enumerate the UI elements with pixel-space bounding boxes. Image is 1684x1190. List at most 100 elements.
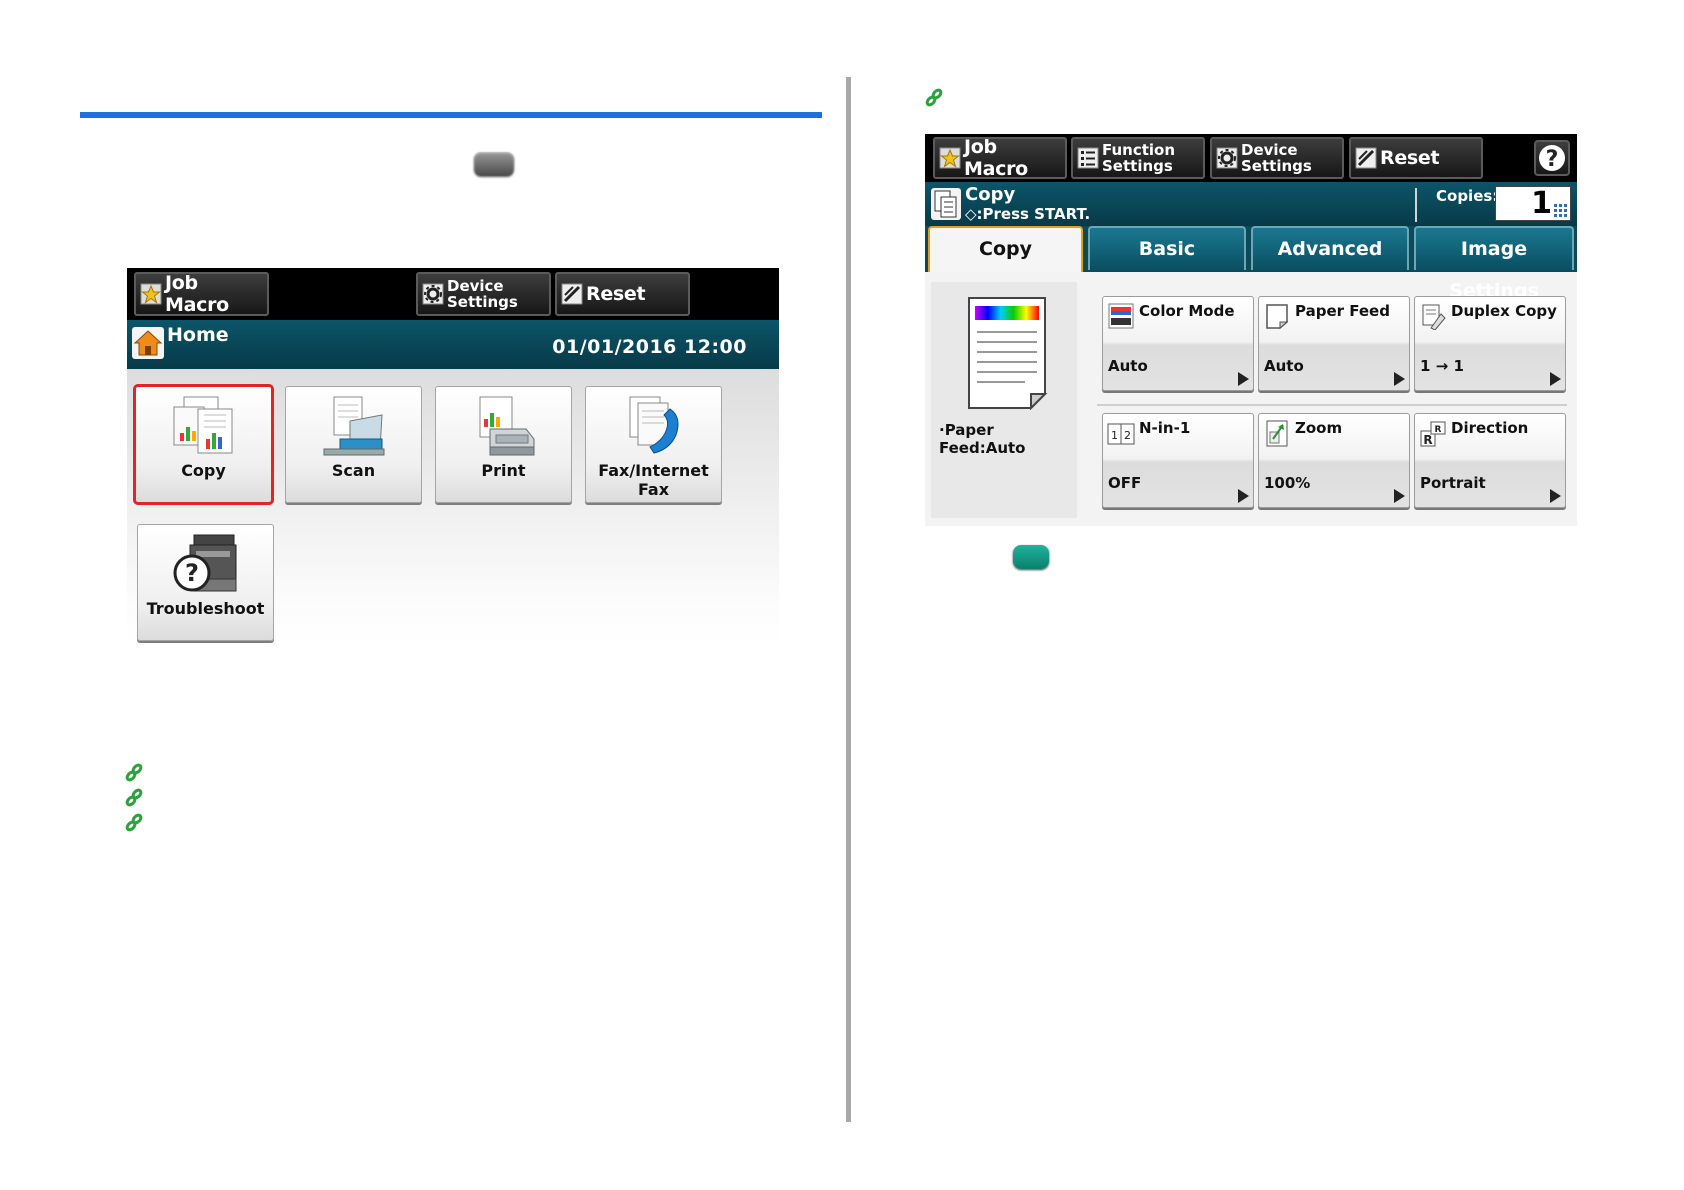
- copy-screen-title: Copy: [965, 184, 1016, 205]
- direction-value: Portrait: [1420, 474, 1486, 492]
- svg-text:2: 2: [1124, 429, 1131, 442]
- direction-label: Direction: [1451, 419, 1529, 437]
- tab-advanced[interactable]: Advanced: [1251, 226, 1409, 270]
- job-macro-button[interactable]: Job Macro: [933, 136, 1067, 180]
- troubleshoot-icon: ?: [173, 534, 237, 592]
- copies-value: 1: [1531, 186, 1552, 221]
- job-macro-button[interactable]: Job Macro: [134, 272, 269, 316]
- print-icon: [479, 396, 535, 456]
- gear-icon: [422, 283, 444, 305]
- reset-label: Reset: [1380, 147, 1440, 169]
- direction-icon: RR: [1420, 421, 1446, 447]
- color-mode-button[interactable]: Color Mode Auto: [1102, 296, 1254, 391]
- link-icon[interactable]: [924, 88, 944, 108]
- function-settings-label-line2: Settings: [1102, 157, 1173, 175]
- troubleshoot-app-label: Troubleshoot: [146, 599, 265, 618]
- duplex-copy-button[interactable]: Duplex Copy 1 → 1: [1414, 296, 1566, 391]
- copy-document-icon: [931, 188, 961, 220]
- zoom-value: 100%: [1264, 474, 1311, 492]
- fax-icon: [629, 396, 679, 454]
- date-time-display: 01/01/2016 12:00: [552, 336, 747, 358]
- fax-app-label: Fax/Internet Fax: [598, 461, 709, 499]
- link-icon[interactable]: [124, 788, 144, 808]
- tab-image-settings[interactable]: Image Settings: [1414, 226, 1574, 302]
- reset-label: Reset: [586, 283, 646, 305]
- zoom-label: Zoom: [1295, 419, 1343, 437]
- n-in-1-value: OFF: [1108, 474, 1142, 492]
- home-screen-panel: Job Macro Device Settings Reset Home 01/0…: [127, 268, 779, 644]
- arrow-right-icon: [1394, 372, 1405, 386]
- fax-app-button[interactable]: Fax/Internet Fax: [585, 386, 722, 503]
- n-in-1-label: N-in-1: [1139, 419, 1191, 437]
- device-settings-label-line2: Settings: [1241, 157, 1312, 175]
- eraser-icon: [1355, 147, 1377, 169]
- scan-app-label: Scan: [331, 461, 376, 480]
- direction-button[interactable]: RR Direction Portrait: [1414, 413, 1566, 508]
- keypad-icon[interactable]: [1554, 204, 1567, 217]
- home-screen-title: Home: [167, 324, 229, 346]
- press-start-message: ◇:Press START.: [965, 205, 1091, 223]
- device-settings-label-line2: Settings: [447, 293, 518, 311]
- scan-app-button[interactable]: Scan: [285, 386, 422, 503]
- function-settings-button[interactable]: Function Settings: [1071, 137, 1205, 179]
- document-preview: ·Paper Feed:Auto: [931, 282, 1077, 518]
- scan-icon: [323, 396, 385, 456]
- paper-feed-button[interactable]: Paper Feed Auto: [1258, 296, 1410, 391]
- home-key-icon: [474, 152, 514, 176]
- tab-basic[interactable]: Basic: [1088, 226, 1246, 270]
- arrow-right-icon: [1238, 489, 1249, 503]
- arrow-right-icon: [1550, 489, 1561, 503]
- start-key-icon: [1013, 545, 1049, 569]
- copy-icon: [173, 396, 233, 454]
- document-preview-icon: [968, 297, 1048, 410]
- paper-feed-label: Paper Feed: [1295, 302, 1390, 320]
- duplex-copy-icon: [1422, 304, 1446, 330]
- arrow-right-icon: [1394, 489, 1405, 503]
- paper-feed-value: Auto: [1264, 357, 1304, 375]
- device-settings-label-line1: Device: [1241, 141, 1298, 159]
- copy-toolbar: Job Macro Function Settings Device Setting…: [925, 134, 1577, 182]
- duplex-copy-label: Duplex Copy: [1451, 302, 1557, 320]
- reset-button[interactable]: Reset: [1349, 137, 1483, 179]
- print-app-button[interactable]: Print: [435, 386, 572, 503]
- home-status-bar: Home 01/01/2016 12:00: [127, 320, 779, 369]
- home-toolbar: Job Macro Device Settings Reset: [127, 268, 779, 320]
- reset-button[interactable]: Reset: [555, 272, 690, 316]
- device-settings-label-line1: Device: [447, 277, 504, 295]
- device-settings-button[interactable]: Device Settings: [416, 272, 551, 316]
- gear-icon: [1216, 147, 1238, 169]
- section-title-rule: [80, 112, 822, 118]
- question-icon: ?: [1539, 145, 1565, 172]
- list-icon: [1077, 147, 1099, 169]
- print-app-label: Print: [481, 461, 526, 480]
- color-mode-label: Color Mode: [1139, 302, 1235, 320]
- arrow-right-icon: [1238, 372, 1249, 386]
- copy-screen-panel: Job Macro Function Settings Device Setting…: [925, 134, 1577, 526]
- copy-tab-strip: Copy Basic Advanced Image Settings: [925, 226, 1577, 302]
- column-divider: [846, 77, 851, 1122]
- link-icon[interactable]: [124, 763, 144, 783]
- copy-app-button[interactable]: Copy: [133, 384, 274, 505]
- svg-text:R: R: [1423, 433, 1432, 447]
- tab-copy[interactable]: Copy: [928, 226, 1083, 272]
- copies-input[interactable]: 1: [1495, 186, 1571, 221]
- troubleshoot-app-button[interactable]: ? Troubleshoot: [137, 524, 274, 641]
- copy-status-bar: Copy ◇:Press START. Copies: 1: [925, 182, 1577, 226]
- star-icon: [939, 147, 961, 169]
- link-icon[interactable]: [124, 813, 144, 833]
- color-mode-icon: [1108, 303, 1134, 329]
- status-separator: [1415, 188, 1417, 222]
- job-macro-label: Job Macro: [964, 136, 1028, 180]
- help-button[interactable]: ?: [1534, 140, 1570, 176]
- function-settings-label-line1: Function: [1102, 141, 1176, 159]
- n-in-1-icon: 12: [1107, 423, 1135, 445]
- star-icon: [140, 283, 162, 305]
- device-settings-button[interactable]: Device Settings: [1210, 137, 1344, 179]
- zoom-button[interactable]: Zoom 100%: [1258, 413, 1410, 508]
- svg-text:R: R: [1435, 425, 1442, 435]
- svg-text:?: ?: [1546, 147, 1559, 172]
- eraser-icon: [561, 283, 583, 305]
- job-macro-label: Job Macro: [165, 272, 229, 316]
- copy-app-label: Copy: [181, 461, 226, 480]
- n-in-1-button[interactable]: 12 N-in-1 OFF: [1102, 413, 1254, 508]
